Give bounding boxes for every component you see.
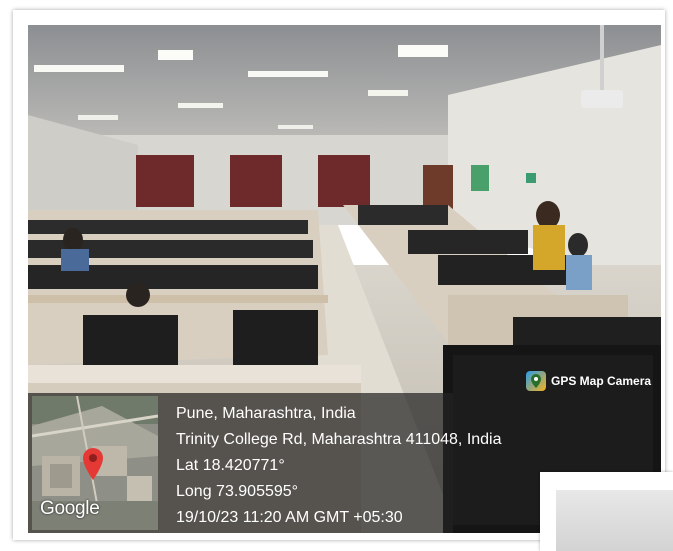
google-logo: Google [40,498,100,519]
gps-camera-icon [526,371,546,391]
datetime-line: 19/10/23 11:20 AM GMT +05:30 [176,509,403,526]
location-line: Pune, Maharashtra, India [176,405,356,422]
secondary-photo-content [556,490,673,551]
map-pin-icon [82,448,104,485]
latitude-line: Lat 18.420771° [176,457,285,474]
app-badge-label: GPS Map Camera [551,374,652,388]
address-line: Trinity College Rd, Maharashtra 411048, … [176,431,502,448]
location-text-block: Pune, Maharashtra, India Trinity College… [176,401,502,531]
map-thumbnail: Google [32,396,158,530]
gps-map-camera-badge: GPS Map Camera [526,369,651,393]
location-info-panel: Google Pune, Maharashtra, India Trinity … [28,393,502,533]
secondary-photo-thumbnail [540,472,673,551]
longitude-line: Long 73.905595° [176,483,299,500]
